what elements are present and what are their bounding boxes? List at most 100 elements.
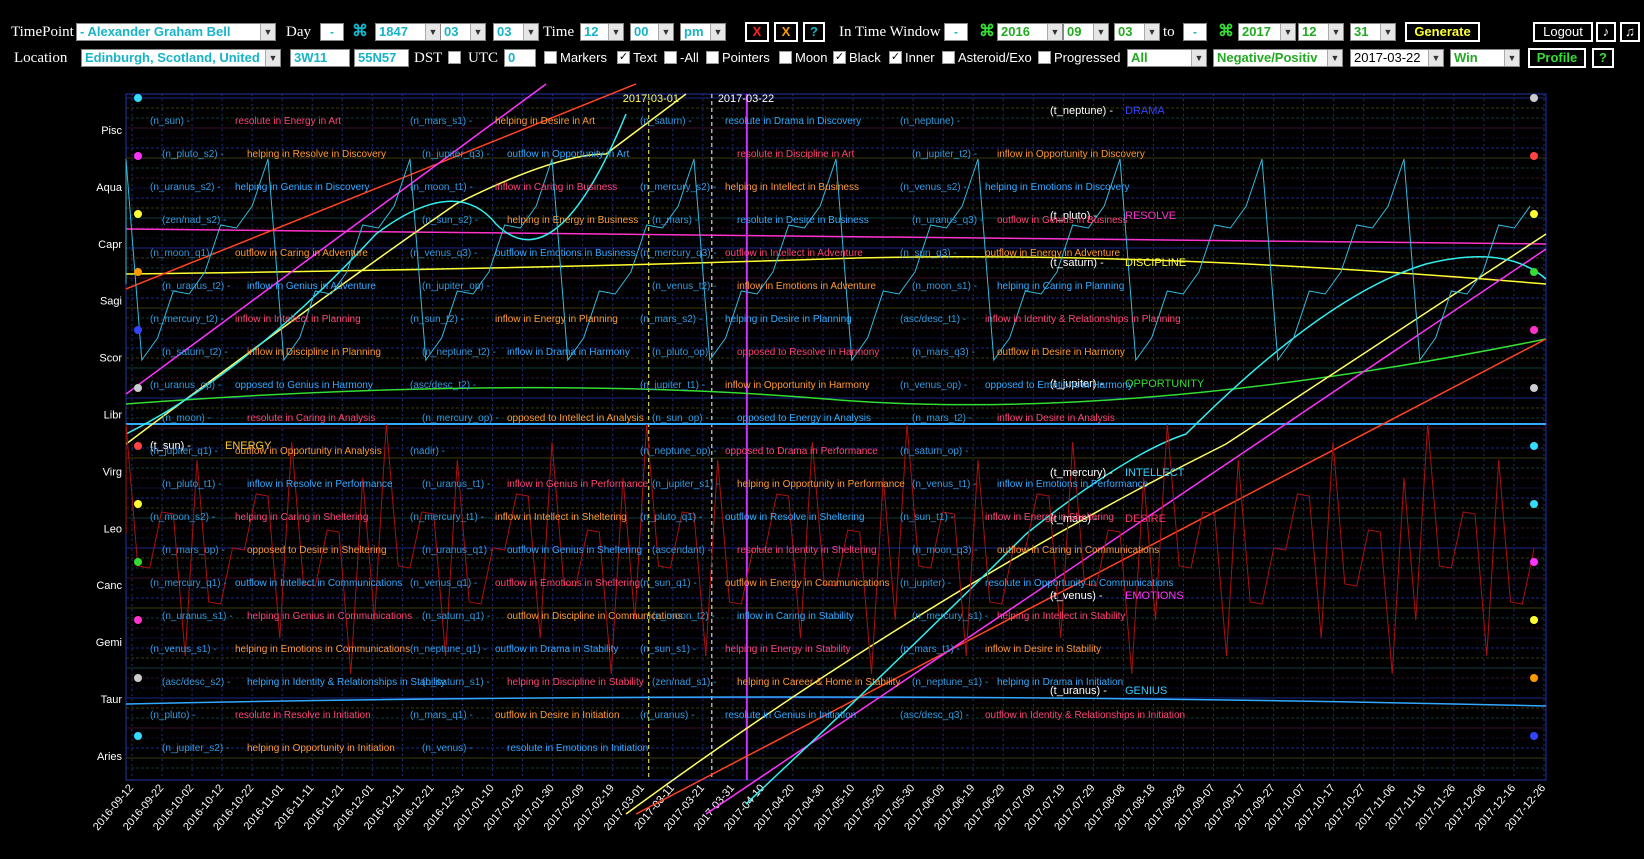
aspect-note-label: outflow in Resolve in Sheltering (725, 512, 865, 523)
aspect-note-label: inflow in Caring in Stability (737, 611, 854, 622)
chevron-down-icon: ▼ (1428, 50, 1443, 66)
right-marker (1530, 674, 1538, 682)
aspect-note-label: resolute in Energy in Art (235, 116, 341, 127)
dst-checkbox[interactable] (448, 51, 461, 64)
win-select[interactable]: Win ▼ (1450, 49, 1520, 67)
chevron-down-icon: ▼ (1047, 24, 1062, 40)
aspect-note-label: opposed to Energy in Analysis (737, 413, 871, 424)
to-minus-button[interactable]: - (1183, 23, 1207, 41)
left-marker (134, 442, 142, 450)
right-marker (1530, 384, 1538, 392)
utc-input[interactable]: 0 (504, 49, 536, 67)
aspect-note-label: inflow in Opportunity in Discovery (997, 149, 1145, 160)
aspect-note-label: outflow in Genius in Business (997, 215, 1128, 226)
planet-word-label: EMOTIONS (1125, 590, 1184, 602)
aspect-note-label: outflow in Caring in Adventure (235, 248, 368, 259)
logout-button[interactable]: Logout (1533, 22, 1593, 42)
toolbar-location: Location Edinburgh, Scotland, United ▼ 3W… (0, 47, 1644, 71)
from-month-select[interactable]: 09 ▼ (1063, 23, 1109, 41)
aspect-note-label: opposed to Resolve in Harmony (737, 347, 879, 358)
to-day-select[interactable]: 31 ▼ (1350, 23, 1396, 41)
planet-word-label: RESOLVE (1125, 210, 1176, 222)
birth-year-select[interactable]: 1847 ▼ (375, 23, 441, 41)
aspect-id-label: (ascendant) - (652, 545, 711, 556)
filter-select[interactable]: All ▼ (1127, 49, 1207, 67)
birth-minus-button[interactable]: - (320, 23, 344, 41)
current-date-select[interactable]: 2017-03-22 ▼ (1350, 49, 1444, 67)
sign-label: Virg (103, 466, 122, 478)
sign-label: Pisc (101, 125, 122, 137)
aspect-id-label: (n_uranus_op) - (150, 380, 221, 391)
profile-button[interactable]: Profile (1528, 48, 1586, 68)
aspect-note-label: helping in Intellect in Business (725, 182, 859, 193)
to-month-select[interactable]: 12 ▼ (1298, 23, 1344, 41)
aspect-id-label: (n_uranus_s2) - (150, 182, 221, 193)
longitude-input[interactable]: 3W11 (290, 49, 350, 67)
chevron-down-icon[interactable]: ▼ (260, 24, 275, 40)
moon-checkbox[interactable] (779, 51, 792, 64)
planet-word-label: DRAMA (1125, 105, 1165, 117)
left-marker (134, 558, 142, 566)
chevron-down-icon: ▼ (1191, 50, 1206, 66)
aspect-id-label: (n_jupiter_s2) - (162, 743, 229, 754)
aspect-note-label: opposed to Emotions in Harmony (985, 380, 1133, 391)
latitude-input[interactable]: 55N57 (354, 49, 409, 67)
planet-word-label: INTELLECT (1125, 467, 1185, 479)
from-day-select[interactable]: 03 ▼ (1114, 23, 1160, 41)
birth-month-select[interactable]: 03 ▼ (440, 23, 486, 41)
sign-label: Canc (96, 580, 122, 592)
clear-orange-button[interactable]: X (774, 22, 798, 42)
aspect-note-label: inflow in Genius in Adventure (247, 281, 376, 292)
aspect-id-label: (n_saturn_op) - (900, 446, 968, 457)
hour-select[interactable]: 12 ▼ (580, 23, 624, 41)
text-checkbox[interactable]: ✓ (617, 51, 630, 64)
aspect-id-label: (n_neptune) - (900, 116, 960, 127)
birth-day-select[interactable]: 03 ▼ (493, 23, 539, 41)
minute-select[interactable]: 00 ▼ (630, 23, 674, 41)
utc-label: UTC (468, 50, 498, 66)
planet-word-label: GENIUS (1125, 685, 1167, 697)
aspect-note-label: inflow in Opportunity in Harmony (725, 380, 870, 391)
aspect-note-label: opposed to Intellect in Analysis (507, 413, 644, 424)
asteroid-checkbox[interactable] (942, 51, 955, 64)
generate-button[interactable]: Generate (1405, 22, 1480, 42)
music-notes-icon[interactable]: ♫ (1620, 22, 1640, 42)
to-year-select[interactable]: 2017 ▼ (1238, 23, 1296, 41)
pointers-checkbox[interactable] (706, 51, 719, 64)
aspect-note-label: outflow in Desire in Initiation (495, 710, 620, 721)
ampm-select[interactable]: pm ▼ (680, 23, 726, 41)
music-note-icon[interactable]: ♪ (1596, 22, 1616, 42)
location-select[interactable]: Edinburgh, Scotland, United ▼ (81, 49, 281, 67)
clear-red-button[interactable]: X (745, 22, 769, 42)
aspect-id-label: (n_mars_s1) - (410, 116, 472, 127)
black-checkbox[interactable]: ✓ (833, 51, 846, 64)
birth-hash-icon: ⌘ (352, 23, 368, 40)
chevron-down-icon: ▼ (470, 24, 485, 40)
all-checkbox[interactable] (664, 51, 677, 64)
aspect-id-label: (n_venus) - (422, 743, 473, 754)
aspect-id-label: (n_neptune_t2) - (422, 347, 496, 358)
help-button[interactable]: ? (803, 22, 825, 42)
left-marker (134, 326, 142, 334)
markers-checkbox[interactable] (544, 51, 557, 64)
inner-label: Inner (905, 50, 935, 65)
help-button-2[interactable]: ? (1592, 48, 1614, 68)
from-minus-button[interactable]: - (944, 23, 968, 41)
transit-chart[interactable]: 2016-09-122016-09-222016-10-022016-10-12… (0, 78, 1644, 858)
from-hash-icon: ⌘ (979, 23, 995, 40)
left-marker (134, 732, 142, 740)
aspect-id-label: (n_uranus_q1) - (422, 545, 493, 556)
chevron-down-icon: ▼ (1504, 50, 1519, 66)
inner-checkbox[interactable]: ✓ (889, 51, 902, 64)
sign-label: Libr (104, 409, 123, 421)
aspect-id-label: (n_mars_q1) - (410, 710, 473, 721)
polarity-select[interactable]: Negative/Positiv ▼ (1213, 49, 1343, 67)
left-marker (134, 500, 142, 508)
aspect-id-label: (n_moon_s1) - (912, 281, 977, 292)
person-select[interactable]: - Alexander Graham Bell ▼ (76, 23, 276, 41)
progressed-checkbox[interactable] (1038, 51, 1051, 64)
from-year-select[interactable]: 2016 ▼ (997, 23, 1063, 41)
aspect-note-label: helping in Opportunity in Performance (737, 479, 905, 490)
aspect-id-label: (n_venus_t1) - (912, 479, 976, 490)
aspect-id-label: (n_mars_op) - (162, 545, 225, 556)
